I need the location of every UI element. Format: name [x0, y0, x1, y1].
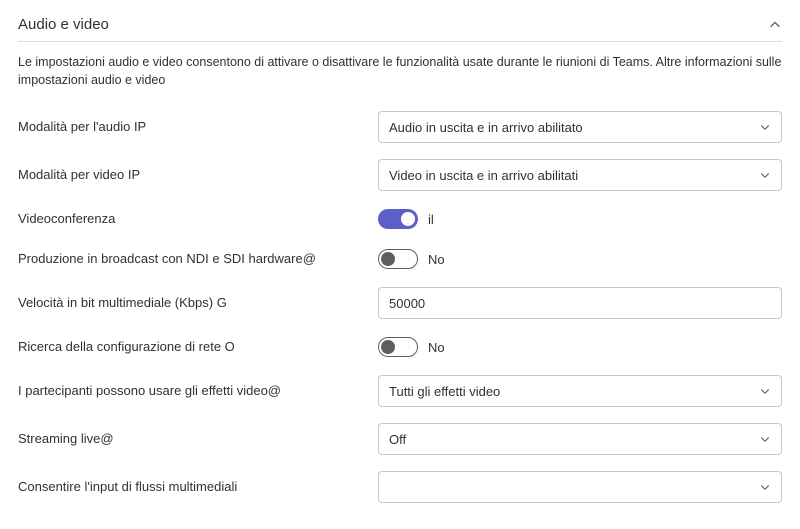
toggle-network-lookup[interactable] [378, 337, 418, 357]
select-ip-audio-mode-value: Audio in uscita e in arrivo abilitato [389, 120, 583, 135]
toggle-ndi-broadcast[interactable] [378, 249, 418, 269]
chevron-down-icon [759, 385, 771, 397]
audio-video-panel: Audio e video Le impostazioni audio e vi… [0, 0, 800, 529]
label-ip-audio-mode: Modalità per l'audio IP [18, 119, 378, 136]
label-live-streaming: Streaming live@ [18, 431, 378, 448]
chevron-down-icon [759, 481, 771, 493]
toggle-ndi-broadcast-state: No [428, 252, 445, 267]
label-video-conferencing: Videoconferenza [18, 211, 378, 228]
select-video-effects[interactable]: Tutti gli effetti video [378, 375, 782, 407]
row-ip-video-mode: Modalità per video IP Video in uscita e … [18, 151, 782, 199]
row-live-streaming: Streaming live@ Off [18, 415, 782, 463]
select-ip-video-mode-value: Video in uscita e in arrivo abilitati [389, 168, 578, 183]
label-media-stream-input: Consentire l'input di flussi multimedial… [18, 479, 378, 496]
chevron-down-icon [759, 121, 771, 133]
chevron-down-icon [759, 169, 771, 181]
row-network-lookup: Ricerca della configurazione di rete O N… [18, 327, 782, 367]
select-ip-audio-mode[interactable]: Audio in uscita e in arrivo abilitato [378, 111, 782, 143]
toggle-network-lookup-state: No [428, 340, 445, 355]
row-video-effects: I partecipanti possono usare gli effetti… [18, 367, 782, 415]
select-ip-video-mode[interactable]: Video in uscita e in arrivo abilitati [378, 159, 782, 191]
row-ndi-broadcast: Produzione in broadcast con NDI e SDI ha… [18, 239, 782, 279]
section-description: Le impostazioni audio e video consentono… [18, 54, 782, 89]
chevron-down-icon [759, 433, 771, 445]
label-ip-video-mode: Modalità per video IP [18, 167, 378, 184]
select-live-streaming[interactable]: Off [378, 423, 782, 455]
select-media-stream-input[interactable] [378, 471, 782, 503]
input-media-bitrate[interactable]: 50000 [378, 287, 782, 319]
toggle-video-conferencing[interactable] [378, 209, 418, 229]
section-title: Audio e video [18, 16, 109, 33]
label-ndi-broadcast: Produzione in broadcast con NDI e SDI ha… [18, 251, 378, 268]
label-media-bitrate: Velocità in bit multimediale (Kbps) G [18, 295, 378, 312]
select-live-streaming-value: Off [389, 432, 406, 447]
row-media-bitrate: Velocità in bit multimediale (Kbps) G 50… [18, 279, 782, 327]
label-network-lookup: Ricerca della configurazione di rete O [18, 339, 378, 356]
toggle-video-conferencing-state: il [428, 212, 434, 227]
input-media-bitrate-value: 50000 [389, 296, 425, 311]
chevron-up-icon [768, 18, 782, 32]
section-header[interactable]: Audio e video [18, 12, 782, 42]
label-video-effects: I partecipanti possono usare gli effetti… [18, 383, 378, 400]
select-video-effects-value: Tutti gli effetti video [389, 384, 500, 399]
row-video-conferencing: Videoconferenza il [18, 199, 782, 239]
row-ip-audio-mode: Modalità per l'audio IP Audio in uscita … [18, 103, 782, 151]
row-media-stream-input: Consentire l'input di flussi multimedial… [18, 463, 782, 511]
